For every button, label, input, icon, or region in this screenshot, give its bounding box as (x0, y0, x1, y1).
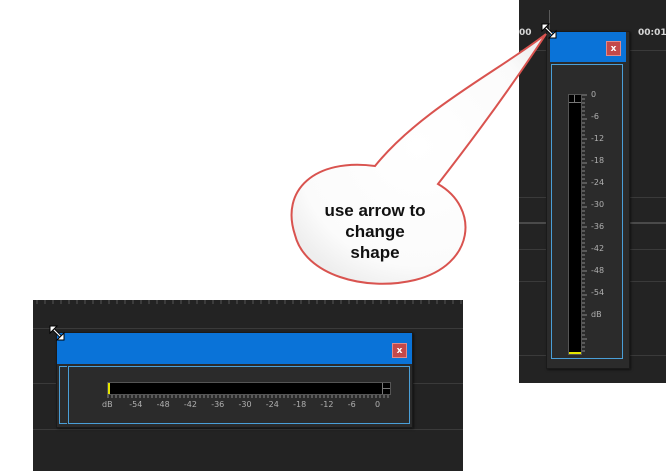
peak-indicator (569, 95, 581, 103)
meter-scale-label: -6 (591, 112, 599, 121)
resize-diagonal-icon[interactable] (49, 325, 65, 341)
callout-line-2: change (345, 222, 405, 241)
audio-meter-panel-horizontal[interactable]: x dB -54 -48 -42 -36 -30 -24 -18 -12 -6 0 (56, 332, 413, 428)
meter-scale-label: dB (102, 400, 113, 409)
level-indicator (569, 352, 581, 354)
meter-scale-label: -18 (591, 156, 605, 165)
meter-scale-label: -18 (293, 400, 307, 409)
callout-line-3: shape (350, 243, 400, 262)
close-button[interactable]: x (392, 343, 407, 358)
meter-scale-label: -54 (591, 288, 605, 297)
track-divider (33, 429, 463, 430)
close-icon: x (396, 346, 403, 356)
close-icon: x (610, 44, 617, 54)
peak-indicator-divider (382, 388, 390, 389)
close-button[interactable]: x (606, 41, 621, 56)
meter-scale-label: 0 (591, 90, 597, 99)
meter-scale-label: -24 (265, 400, 279, 409)
callout-line-1: use arrow to (324, 201, 426, 220)
meter-scale-label: -54 (129, 400, 143, 409)
track-divider (33, 328, 463, 329)
volume-meter-vertical (568, 94, 582, 355)
ruler (36, 300, 462, 304)
volume-meter-horizontal (107, 382, 391, 395)
meter-scale-label: -30 (591, 200, 605, 209)
panel-title-bar[interactable]: x (57, 333, 412, 364)
meter-scale-label: -30 (238, 400, 252, 409)
peak-indicator-divider (574, 95, 575, 103)
callout-text: use arrow to change shape (300, 200, 450, 263)
meter-scale-label: -42 (183, 400, 197, 409)
meter-ticks-vertical (582, 94, 587, 352)
meter-scale-label: -24 (591, 178, 605, 187)
meter-scale-label: -42 (591, 244, 605, 253)
meter-scale-label: -36 (591, 222, 605, 231)
meter-scale-label: -48 (156, 400, 170, 409)
meter-scale-label: -6 (347, 400, 356, 409)
meter-frame: dB -54 -48 -42 -36 -30 -24 -18 -12 -6 0 (68, 366, 410, 424)
meter-scale-label: -36 (211, 400, 225, 409)
meter-scale-label: -48 (591, 266, 605, 275)
meter-scale-label: 0 (375, 400, 381, 409)
panel-edge (59, 366, 67, 424)
meter-scale-label: dB (591, 310, 602, 319)
timecode-right: 00:01 (638, 28, 666, 38)
meter-scale-label: -12 (320, 400, 334, 409)
level-indicator (108, 383, 110, 394)
meter-scale-label: -12 (591, 134, 605, 143)
